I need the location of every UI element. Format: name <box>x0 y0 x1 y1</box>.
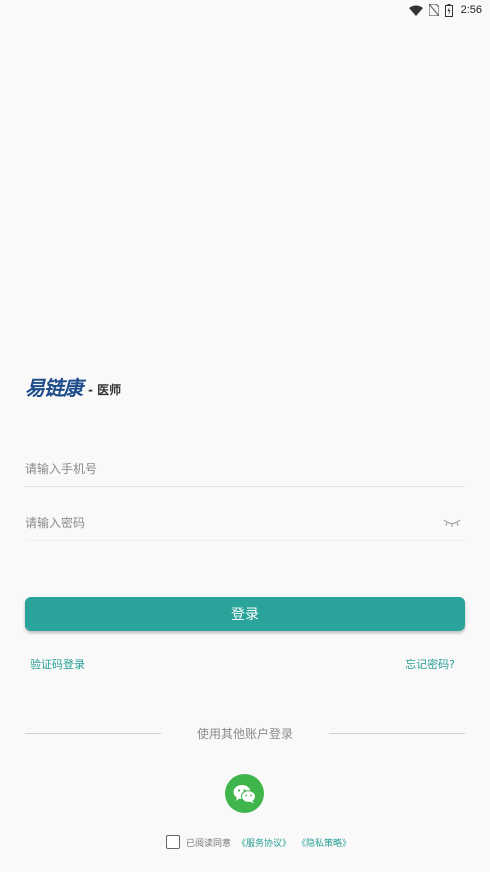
wechat-login-button[interactable] <box>225 774 264 813</box>
wifi-icon <box>408 5 423 16</box>
status-time: 2:56 <box>460 4 482 16</box>
phone-field <box>25 451 465 487</box>
sms-login-link[interactable]: 验证码登录 <box>30 656 85 672</box>
divider-line-left <box>25 732 161 734</box>
password-input[interactable] <box>25 505 443 540</box>
divider-line-right <box>329 732 465 734</box>
privacy-policy-link[interactable]: 《隐私策略》 <box>297 836 351 849</box>
agreement-prefix: 已阅读同意 <box>186 838 232 849</box>
service-agreement-link[interactable]: 《服务协议》 <box>237 836 291 849</box>
brand-logo: 易链康 <box>25 376 83 400</box>
brand-header: 易链康 - 医师 <box>25 372 121 401</box>
password-field <box>25 505 465 541</box>
phone-input[interactable] <box>25 451 465 486</box>
other-login-label: 使用其他账户登录 <box>196 726 293 741</box>
no-sim-icon <box>428 4 439 16</box>
brand-suffix: - 医师 <box>88 383 122 397</box>
login-button[interactable]: 登录 <box>25 597 465 631</box>
battery-icon <box>444 3 453 17</box>
other-login-divider: 使用其他账户登录 <box>25 725 465 741</box>
agreement-row: 已阅读同意 《服务协议》 《隐私策略》 <box>166 835 351 849</box>
status-bar: 2:56 <box>0 0 490 20</box>
eye-closed-icon[interactable] <box>443 518 461 528</box>
forgot-password-link[interactable]: 忘记密码? <box>405 656 455 672</box>
wechat-icon <box>233 784 256 803</box>
agreement-checkbox[interactable] <box>166 835 180 849</box>
